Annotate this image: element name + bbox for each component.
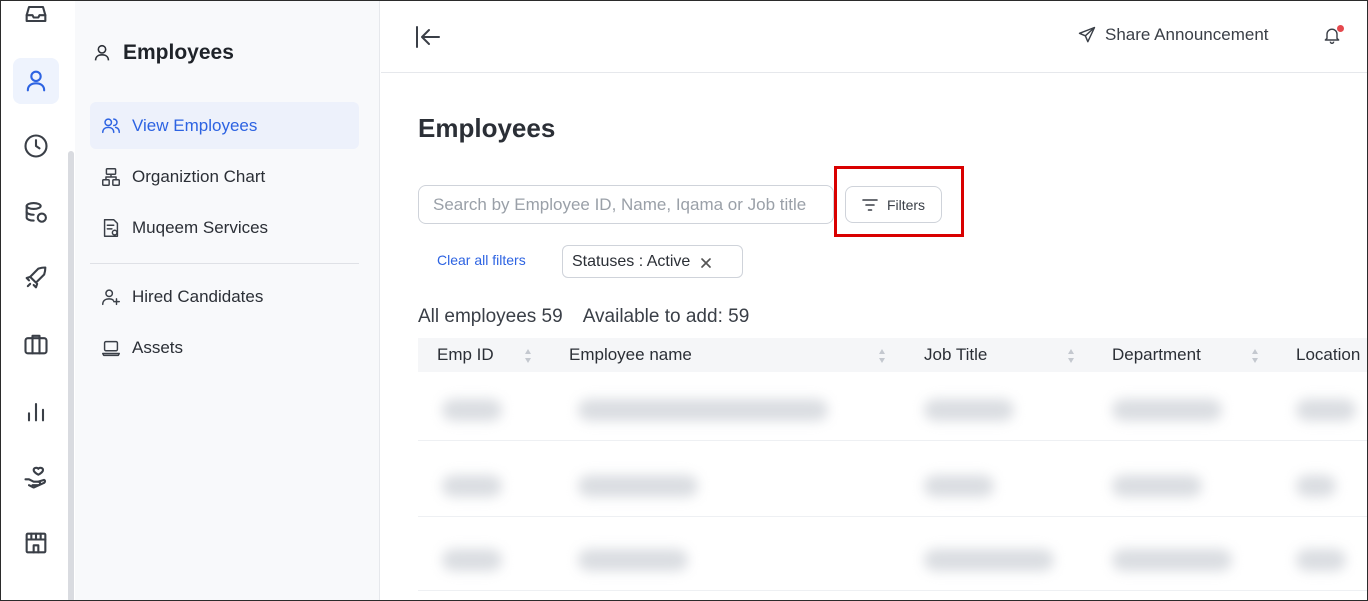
sort-icon[interactable] — [1067, 347, 1075, 365]
icon-rail — [1, 1, 75, 600]
building-icon[interactable] — [13, 520, 59, 566]
sort-icon[interactable] — [524, 347, 532, 365]
sidebar-item-muqeem-services[interactable]: Muqeem Services — [90, 204, 359, 251]
sidebar-item-hired-candidates[interactable]: Hired Candidates — [90, 273, 359, 320]
sidebar-divider — [90, 263, 359, 264]
notification-dot — [1337, 25, 1344, 32]
share-announcement-button[interactable]: Share Announcement — [1077, 25, 1269, 45]
top-bar: Share Announcement — [381, 1, 1367, 73]
column-header-job-title[interactable]: Job Title — [924, 345, 987, 365]
sidebar-item-label: Muqeem Services — [132, 217, 269, 237]
annotation-highlight-box — [834, 166, 964, 237]
blurred-cell — [578, 475, 698, 497]
sidebar-item-label: Hired Candidates — [132, 286, 264, 306]
blurred-cell — [1112, 475, 1202, 497]
sidebar-item-organization-chart[interactable]: Organiztion Chart — [90, 153, 359, 200]
clock-icon[interactable] — [13, 123, 59, 169]
sidebar-item-label: View Employees — [132, 115, 258, 135]
blurred-cell — [578, 549, 688, 571]
sidebar-item-view-employees[interactable]: View Employees — [90, 102, 359, 149]
chip-label: Statuses : Active — [572, 252, 691, 270]
user-icon[interactable] — [13, 58, 59, 104]
collapse-sidebar-icon[interactable] — [413, 23, 443, 51]
search-input[interactable] — [418, 185, 834, 224]
document-icon — [103, 218, 119, 237]
blurred-cell — [1296, 399, 1356, 421]
sidebar-header: Employees — [91, 41, 234, 65]
column-header-department[interactable]: Department — [1112, 345, 1201, 365]
rocket-icon[interactable] — [13, 255, 59, 301]
sort-icon[interactable] — [878, 347, 886, 365]
database-icon[interactable] — [13, 190, 59, 236]
close-icon[interactable] — [700, 256, 712, 268]
briefcase-icon[interactable] — [13, 321, 59, 367]
table-row[interactable] — [418, 379, 1367, 441]
notification-bell-icon[interactable] — [1322, 25, 1344, 47]
sidebar: Employees View Employees Organiztion Cha… — [75, 1, 380, 600]
blurred-cell — [442, 475, 502, 497]
blurred-cell — [578, 399, 828, 421]
users-icon — [102, 117, 120, 133]
main-content: Share Announcement Employees Filters Cle… — [381, 1, 1367, 600]
blurred-cell — [1296, 549, 1346, 571]
page-title: Employees — [418, 113, 556, 143]
user-plus-icon — [102, 288, 120, 305]
blurred-cell — [1112, 549, 1232, 571]
table-row[interactable] — [418, 455, 1367, 517]
table-row[interactable] — [418, 529, 1367, 591]
rail-scrollbar[interactable] — [68, 151, 74, 600]
blurred-cell — [442, 399, 502, 421]
all-employees-count: All employees 59 — [418, 306, 563, 327]
sidebar-title: Employees — [123, 41, 234, 64]
sort-icon[interactable] — [1251, 347, 1259, 365]
clear-all-filters-link[interactable]: Clear all filters — [437, 252, 526, 268]
blurred-cell — [924, 549, 1054, 571]
blurred-cell — [1296, 475, 1336, 497]
status-filter-chip: Statuses : Active — [562, 245, 743, 278]
sidebar-item-label: Organiztion Chart — [132, 166, 266, 186]
app-window: Employees View Employees Organiztion Cha… — [0, 0, 1368, 601]
blurred-cell — [924, 475, 994, 497]
hand-heart-icon[interactable] — [13, 454, 59, 500]
user-icon — [94, 44, 110, 61]
table-header: Emp ID Employee name Job Title Departmen… — [418, 338, 1367, 372]
org-chart-icon — [102, 167, 120, 186]
laptop-icon — [102, 340, 120, 356]
bar-chart-icon[interactable] — [13, 388, 59, 434]
blurred-cell — [1112, 399, 1222, 421]
column-header-location[interactable]: Location — [1296, 345, 1360, 365]
send-icon — [1078, 26, 1096, 43]
blurred-cell — [924, 399, 1014, 421]
column-header-employee-name[interactable]: Employee name — [569, 345, 692, 365]
inbox-icon[interactable] — [13, 1, 59, 37]
sidebar-item-label: Assets — [132, 337, 184, 357]
column-header-emp-id[interactable]: Emp ID — [437, 345, 494, 365]
share-announcement-label: Share Announcement — [1105, 25, 1269, 44]
blurred-cell — [442, 549, 502, 571]
employee-counts: All employees 59 Available to add: 59 — [418, 306, 749, 328]
available-to-add-count: Available to add: 59 — [582, 306, 750, 327]
sidebar-item-assets[interactable]: Assets — [90, 324, 359, 371]
